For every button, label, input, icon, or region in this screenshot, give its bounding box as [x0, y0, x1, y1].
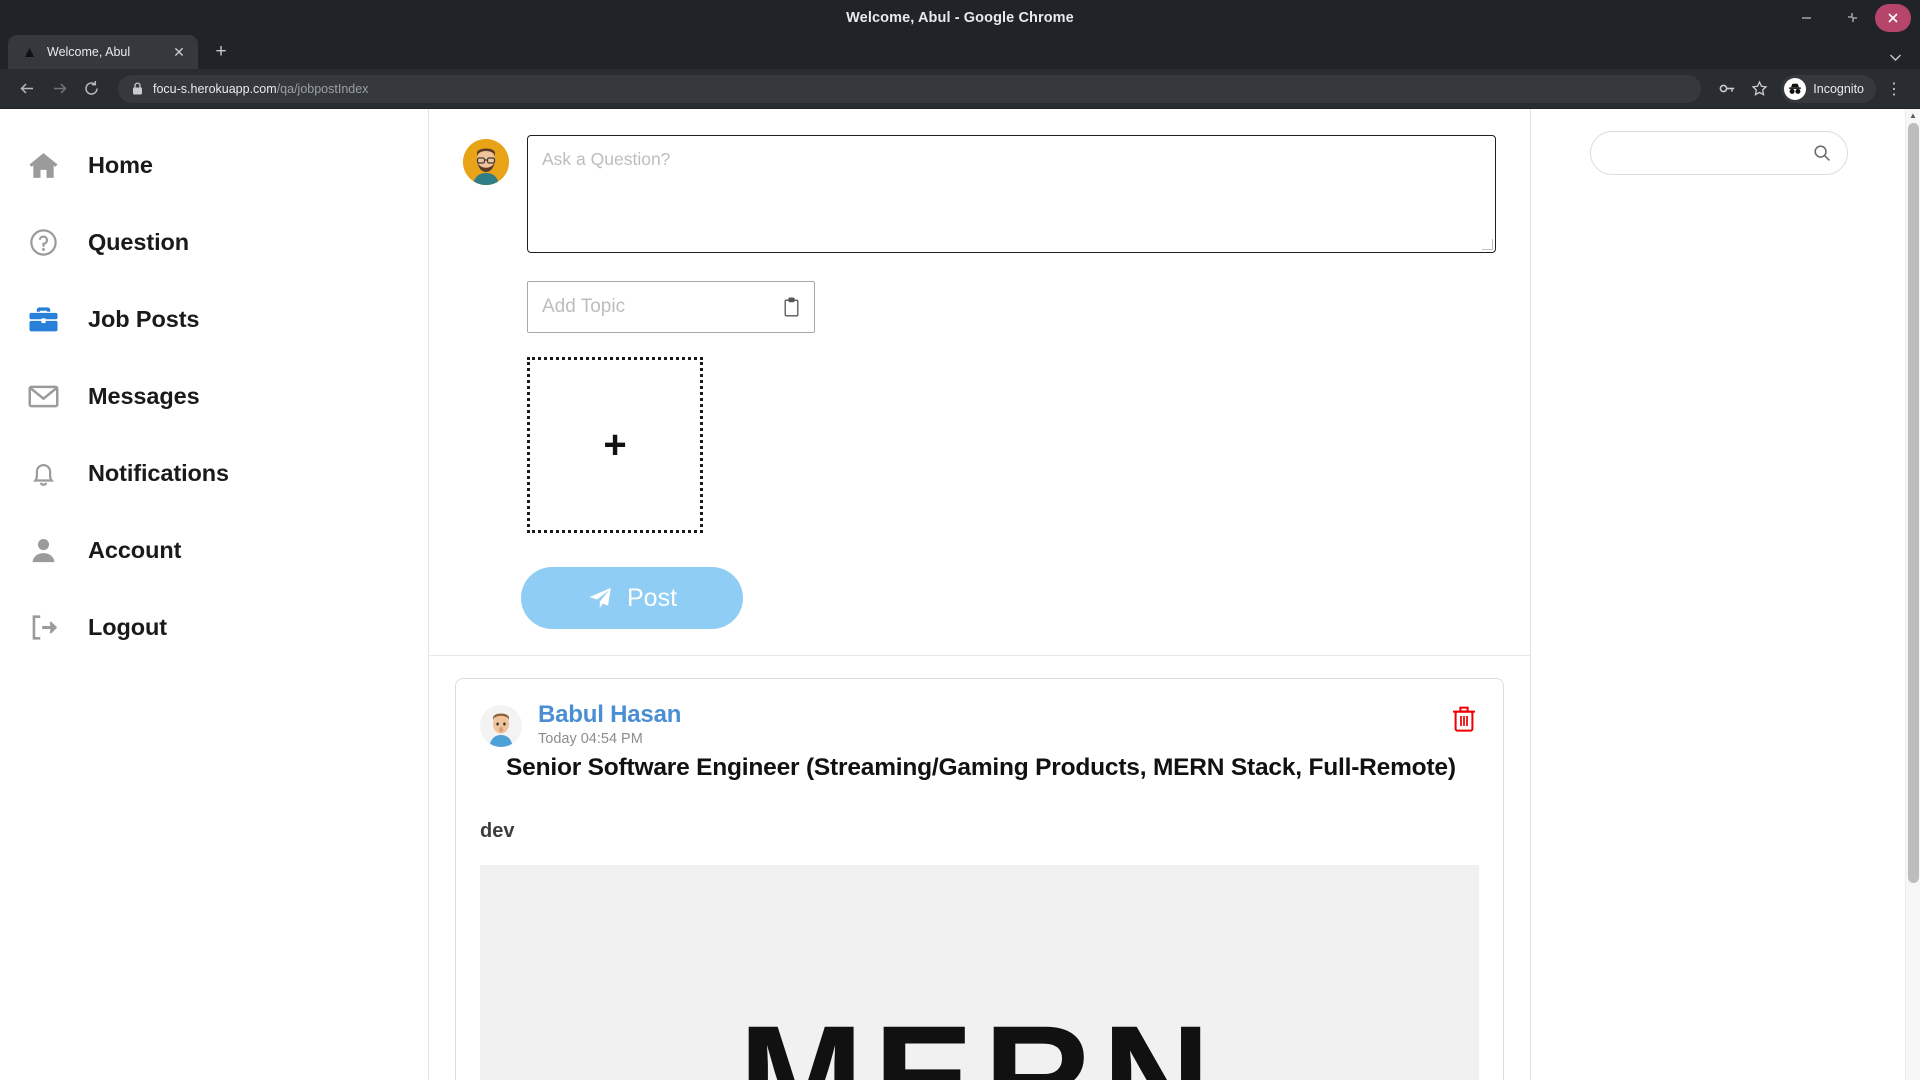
sidebar-item-job-posts[interactable]: Job Posts: [0, 281, 428, 358]
sidebar-item-label: Account: [88, 537, 182, 563]
add-topic-placeholder: Add Topic: [542, 296, 626, 317]
envelope-icon: [24, 380, 62, 413]
incognito-label: Incognito: [1813, 81, 1864, 96]
close-button[interactable]: [1875, 3, 1911, 32]
post-tag: dev: [480, 819, 515, 842]
post-button-row: Post: [521, 567, 1496, 629]
new-tab-button[interactable]: +: [206, 37, 236, 67]
post-image: MERN: [480, 864, 1479, 1080]
post-button[interactable]: Post: [521, 567, 743, 629]
textarea-resize-handle[interactable]: [1482, 239, 1493, 250]
app-sidebar: Home Question Job Posts Messages Notific…: [0, 109, 428, 666]
post-meta: Babul Hasan Today 04:54 PM: [538, 701, 1479, 747]
composer-row: Ask a Question?: [463, 135, 1496, 253]
lock-icon: [130, 82, 144, 96]
minimize-button[interactable]: [1783, 0, 1829, 35]
post-image-text: MERN: [738, 993, 1221, 1080]
sidebar-item-label: Messages: [88, 383, 200, 409]
triangle-favicon: [22, 45, 37, 60]
sidebar-item-notifications[interactable]: Notifications: [0, 435, 428, 512]
search-icon[interactable]: [1813, 144, 1831, 162]
chevron-down-icon[interactable]: [1889, 50, 1902, 65]
add-topic-field[interactable]: Add Topic: [527, 281, 815, 333]
main-content: Ask a Question? Add Topic + Post Babul H…: [428, 109, 1531, 1080]
browser-menu-button[interactable]: ⋮: [1880, 75, 1908, 103]
toolbar-right-actions: Incognito ⋮: [1713, 74, 1908, 103]
current-user-avatar: [463, 139, 509, 185]
paper-plane-icon: [587, 585, 613, 611]
scrollbar-thumb[interactable]: [1908, 123, 1919, 883]
post-header: Babul Hasan Today 04:54 PM: [480, 701, 1479, 747]
forward-button[interactable]: [44, 74, 74, 104]
browser-toolbar: focu-s.herokuapp.com/qa/jobpostIndex Inc…: [0, 69, 1920, 109]
question-input-placeholder: Ask a Question?: [542, 149, 671, 169]
address-bar[interactable]: focu-s.herokuapp.com/qa/jobpostIndex: [118, 74, 1702, 103]
sidebar-item-logout[interactable]: Logout: [0, 589, 428, 666]
post-author-name[interactable]: Babul Hasan: [538, 701, 1479, 729]
sidebar-item-label: Question: [88, 229, 190, 255]
key-icon[interactable]: [1713, 75, 1741, 103]
sidebar-item-label: Home: [88, 152, 153, 178]
right-rail: [1532, 109, 1905, 175]
home-icon: [24, 149, 62, 182]
post-feed: Babul Hasan Today 04:54 PM Senior Softwa…: [429, 656, 1530, 1080]
page-scrollbar[interactable]: ▲: [1905, 109, 1920, 1080]
window-titlebar: Welcome, Abul - Google Chrome: [0, 0, 1920, 35]
tab-close-icon[interactable]: ✕: [170, 45, 188, 59]
incognito-icon: [1784, 77, 1807, 100]
incognito-indicator[interactable]: Incognito: [1781, 74, 1876, 103]
sidebar-item-label: Notifications: [88, 460, 230, 486]
search-box[interactable]: [1589, 131, 1848, 175]
bell-icon: [24, 458, 62, 489]
app-page: Home Question Job Posts Messages Notific…: [0, 109, 1905, 1080]
url-host: focu-s.herokuapp.com: [153, 81, 277, 96]
sidebar-item-home[interactable]: Home: [0, 127, 428, 204]
sidebar-item-label: Job Posts: [88, 306, 200, 332]
post-title: Senior Software Engineer (Streaming/Gami…: [506, 754, 1456, 781]
tab-welcome-abul[interactable]: Welcome, Abul ✕: [8, 35, 198, 69]
back-button[interactable]: [12, 74, 42, 104]
sidebar-item-question[interactable]: Question: [0, 204, 428, 281]
add-media-dropzone[interactable]: +: [527, 357, 703, 533]
sidebar-item-messages[interactable]: Messages: [0, 358, 428, 435]
tab-strip: Welcome, Abul ✕ +: [0, 35, 1920, 69]
window-title: Welcome, Abul - Google Chrome: [846, 9, 1074, 26]
star-icon[interactable]: [1745, 75, 1773, 103]
clipboard-icon[interactable]: [783, 297, 800, 317]
post-author-avatar: [480, 705, 522, 747]
search-input[interactable]: [1606, 144, 1813, 162]
post-composer: Ask a Question? Add Topic + Post: [429, 109, 1530, 656]
post-button-label: Post: [626, 583, 678, 612]
sidebar-item-account[interactable]: Account: [0, 512, 428, 589]
scroll-up-arrow[interactable]: ▲: [1906, 109, 1920, 122]
window-controls: [1783, 0, 1920, 35]
tab-title: Welcome, Abul: [47, 45, 131, 59]
briefcase-icon: [24, 303, 62, 336]
restore-button[interactable]: [1829, 0, 1875, 35]
url-text: focu-s.herokuapp.com/qa/jobpostIndex: [153, 82, 368, 96]
trash-icon[interactable]: [1451, 705, 1477, 738]
logout-icon: [24, 612, 62, 643]
post-timestamp: Today 04:54 PM: [538, 731, 643, 747]
user-icon: [24, 535, 62, 566]
sidebar-item-label: Logout: [88, 614, 167, 640]
browser-window: Welcome, Abul - Google Chrome Welcome, A…: [0, 0, 1920, 1080]
page-viewport: Home Question Job Posts Messages Notific…: [0, 109, 1920, 1080]
question-circle-icon: [24, 227, 62, 258]
question-input-wrapper[interactable]: Ask a Question?: [527, 135, 1496, 253]
plus-icon: +: [603, 423, 627, 467]
url-path: /qa/jobpostIndex: [276, 81, 369, 96]
reload-button[interactable]: [76, 74, 106, 104]
post-card: Babul Hasan Today 04:54 PM Senior Softwa…: [455, 678, 1504, 1080]
